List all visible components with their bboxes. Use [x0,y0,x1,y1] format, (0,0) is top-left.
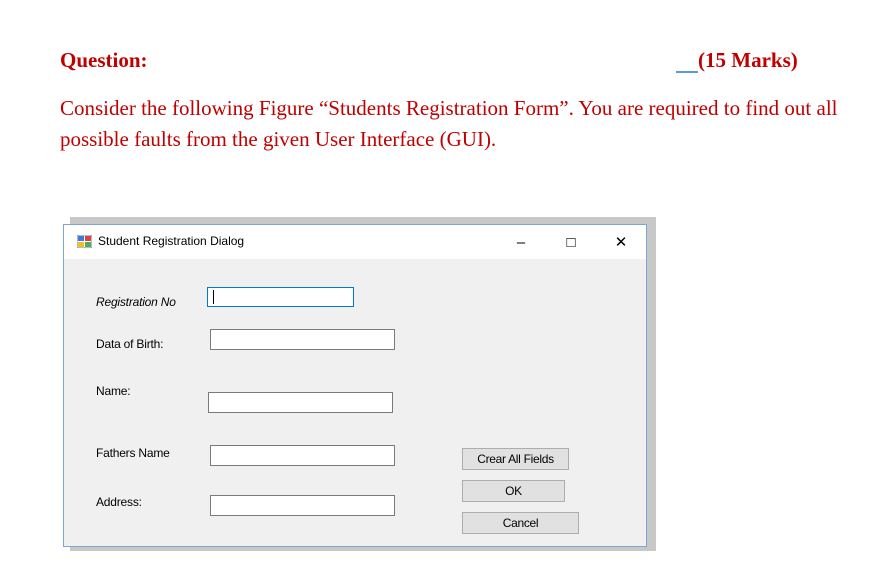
registration-no-label: Registration No [96,295,176,309]
address-label: Address: [96,495,142,509]
dob-field[interactable] [210,329,395,350]
cancel-button[interactable]: Cancel [462,512,579,534]
minimize-icon[interactable]: – [498,225,544,259]
fathers-name-field[interactable] [210,445,395,466]
fathers-name-label: Fathers Name [96,446,170,460]
ok-button[interactable]: OK [462,480,565,502]
registration-no-field[interactable] [207,287,354,307]
name-label: Name: [96,384,131,398]
question-text: Consider the following Figure “Students … [60,96,838,151]
close-icon[interactable]: ✕ [598,225,644,259]
address-field[interactable] [210,495,395,516]
question-label: Question: [60,48,148,72]
app-form-icon [77,235,92,248]
name-field[interactable] [208,392,393,413]
registration-dialog: Student Registration Dialog – □ ✕ Regist… [63,224,647,547]
maximize-icon[interactable]: □ [548,225,594,259]
clear-all-fields-button[interactable]: Crear All Fields [462,448,569,470]
title-bar[interactable]: Student Registration Dialog – □ ✕ [64,225,646,259]
marks-label: (15 Marks) [676,48,798,73]
dialog-title: Student Registration Dialog [98,234,245,248]
underline-mark [676,53,698,73]
marks-text: (15 Marks) [698,48,798,72]
dob-label: Data of Birth: [96,337,164,351]
text-caret [213,290,214,304]
